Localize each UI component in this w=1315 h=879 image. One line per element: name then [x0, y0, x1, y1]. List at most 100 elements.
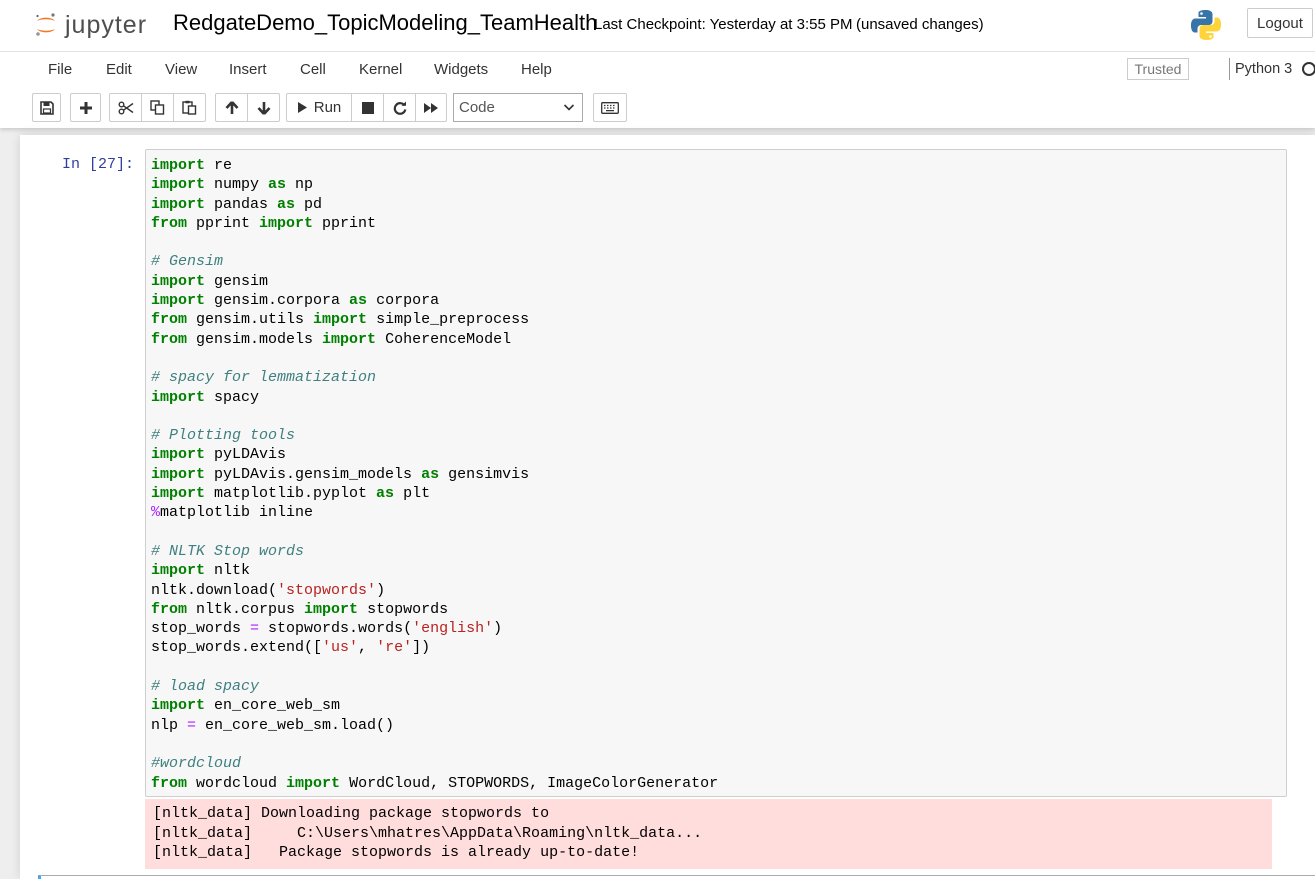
code-token: ) [493, 620, 503, 638]
code-token: ) [376, 581, 386, 599]
code-token: wordcloud [187, 774, 287, 792]
stderr-text: [nltk_data] Downloading package stopword… [153, 804, 702, 863]
menu-view[interactable]: View [165, 61, 197, 78]
code-token: from [151, 214, 188, 232]
interrupt-button[interactable] [351, 93, 384, 122]
next-cell-selected[interactable] [38, 875, 1315, 879]
code-token: 'english' [412, 620, 494, 638]
code-token: import [151, 465, 206, 483]
code-token: 'stopwords' [277, 581, 377, 599]
code-token: from [151, 330, 188, 348]
code-token: import [151, 388, 206, 406]
notebook-name[interactable]: RedgateDemo_TopicModeling_TeamHealth [173, 10, 597, 36]
restart-run-all-button[interactable] [415, 93, 447, 122]
logout-button[interactable]: Logout [1247, 8, 1313, 38]
stderr-line: [nltk_data] C:\Users\mhatres\AppData\Roa… [153, 824, 703, 842]
code-line: from gensim.utils import simple_preproce… [151, 310, 718, 329]
code-token: import [151, 562, 206, 580]
code-token: = [187, 716, 197, 734]
copy-button[interactable] [141, 93, 174, 122]
code-line: import pyLDAvis [151, 445, 718, 464]
code-token: pyLDAvis.gensim_models [205, 465, 422, 483]
restart-icon [393, 101, 406, 115]
code-token: numpy [205, 176, 269, 194]
stderr-line: [nltk_data] Downloading package stopword… [153, 805, 550, 822]
code-token: % [151, 504, 161, 522]
code-line: #wordcloud [151, 754, 718, 773]
menu-help[interactable]: Help [521, 61, 552, 78]
insert-cell-button[interactable] [70, 93, 101, 122]
code-token: gensim [205, 272, 269, 290]
move-down-button[interactable] [247, 93, 280, 122]
copy-icon [150, 100, 165, 115]
code-token: ]) [412, 639, 431, 657]
code-line: import en_core_web_sm [151, 696, 718, 715]
save-button[interactable] [32, 93, 61, 122]
code-line: # spacy for lemmatization [151, 368, 718, 387]
move-up-button[interactable] [215, 93, 248, 122]
code-token: import [304, 600, 359, 618]
code-token: stopwords [358, 600, 449, 618]
trusted-indicator[interactable]: Trusted [1127, 58, 1189, 80]
cut-button[interactable] [109, 93, 142, 122]
code-token: pprint [313, 214, 377, 232]
python-logo-icon [1191, 10, 1221, 40]
jupyter-ring-icon [36, 13, 55, 36]
arrow-down-icon [257, 101, 270, 115]
command-palette-button[interactable] [593, 93, 627, 122]
code-cell-input[interactable]: import re import numpy as np import pandas… [145, 149, 1287, 797]
paste-button[interactable] [173, 93, 206, 122]
code-token: simple_preprocess [367, 311, 530, 329]
code-token: import [322, 330, 377, 348]
code-token: # spacy for lemmatization [151, 369, 377, 387]
code-token: gensim.models [187, 330, 323, 348]
code-line: # NLTK Stop words [151, 542, 718, 561]
code-token: import [151, 272, 206, 290]
code-token: matplotlib inline [160, 504, 314, 522]
code-token: from [151, 774, 188, 792]
run-label: Run [313, 99, 342, 116]
run-button[interactable]: Run [286, 93, 352, 122]
cell-type-select[interactable]: Code [453, 93, 583, 122]
keyboard-icon [601, 101, 619, 114]
jupyter-logo[interactable]: jupyter [34, 8, 147, 42]
code-token: nlp [151, 716, 188, 734]
menu-edit[interactable]: Edit [106, 61, 132, 78]
code-token: as [277, 195, 296, 213]
menu-cell[interactable]: Cell [300, 61, 326, 78]
code-token: from [151, 600, 188, 618]
menu-widgets[interactable]: Widgets [434, 61, 488, 78]
code-token: gensim.corpora [205, 292, 350, 310]
code-token: import [151, 176, 206, 194]
code-token: # load spacy [151, 678, 260, 696]
code-token: pyLDAvis [205, 446, 287, 464]
kernel-idle-icon [1302, 62, 1315, 76]
code-token: 'us' [322, 639, 359, 657]
code-line: # load spacy [151, 677, 718, 696]
code-token: pandas [205, 195, 278, 213]
code-line: import gensim.corpora as corpora [151, 291, 718, 310]
code-token: import [313, 311, 368, 329]
stderr-line: [nltk_data] Package stopwords is already… [153, 844, 640, 862]
code-token: import [151, 157, 206, 174]
code-editor[interactable]: import re import numpy as np import pandas… [151, 156, 718, 793]
input-prompt: In [27]: [62, 156, 135, 173]
code-token: stop_words.extend([ [151, 639, 323, 657]
menu-file[interactable]: File [48, 61, 72, 78]
menu-kernel[interactable]: Kernel [359, 61, 402, 78]
logo-text: jupyter [65, 10, 148, 39]
code-token: nltk.download( [151, 581, 278, 599]
code-token: = [250, 620, 260, 638]
code-line: stop_words = stopwords.words('english') [151, 619, 718, 638]
cell-type-value: Code [459, 99, 495, 116]
restart-button[interactable] [383, 93, 416, 122]
code-line: import spacy [151, 388, 718, 407]
code-token: plt [394, 485, 431, 503]
code-line: import re [151, 156, 718, 175]
menu-insert[interactable]: Insert [229, 61, 267, 78]
code-token: as [421, 465, 440, 483]
paste-icon [182, 100, 197, 115]
